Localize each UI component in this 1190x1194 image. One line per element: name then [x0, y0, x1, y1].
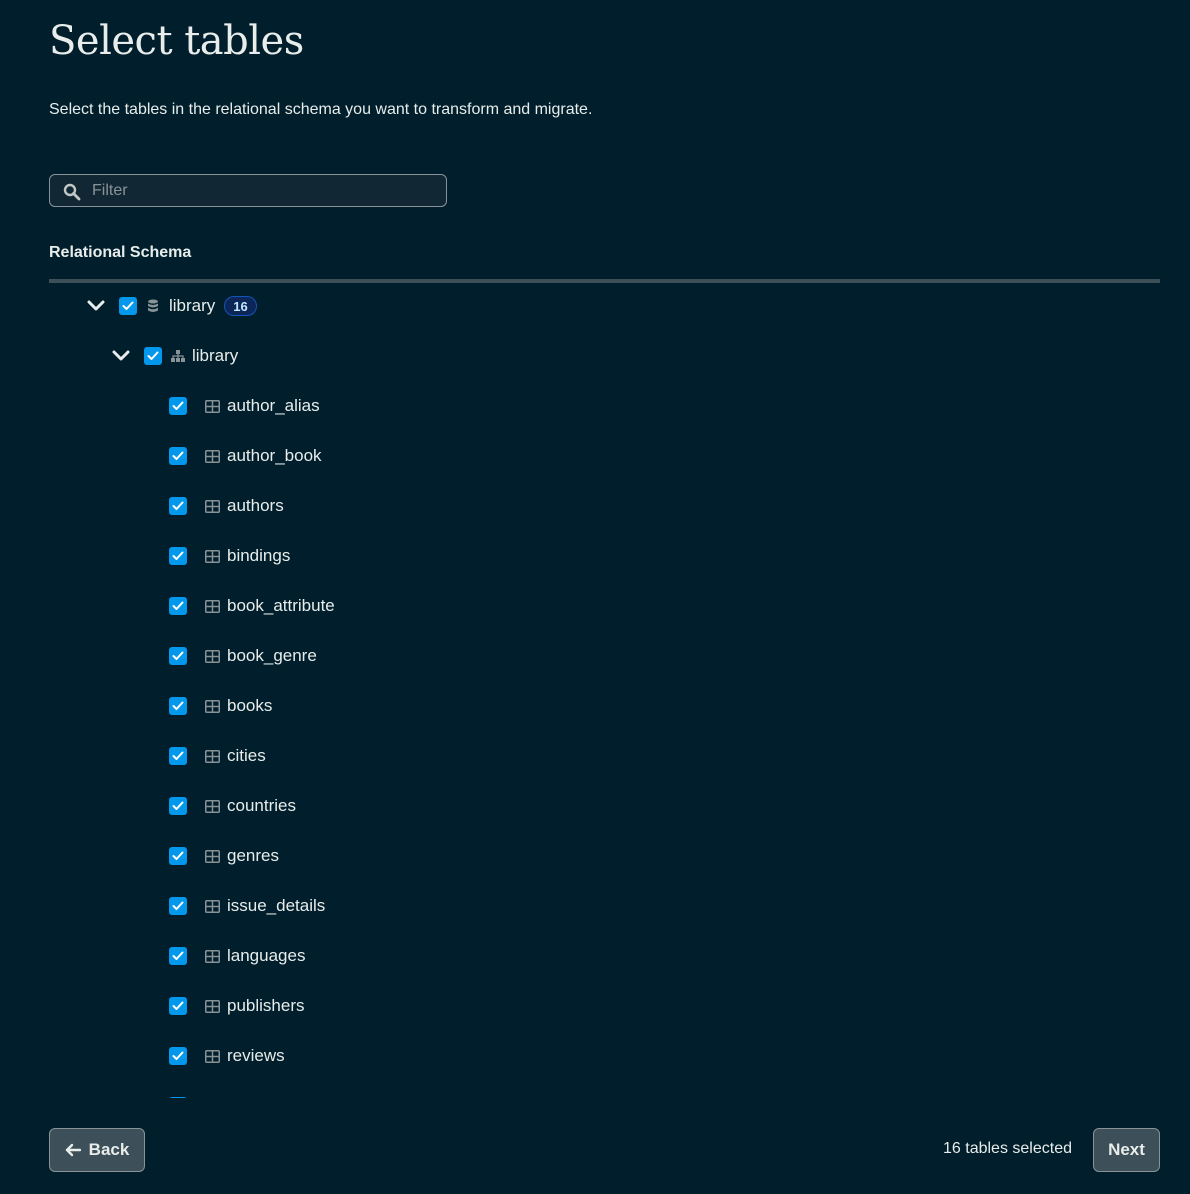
table-label: book_attribute	[227, 596, 335, 615]
table-row[interactable]: countries	[169, 794, 296, 818]
filter-input[interactable]	[92, 175, 432, 206]
table-row[interactable]: book_genre	[169, 644, 317, 668]
table-checkbox[interactable]	[169, 597, 187, 615]
table-label: countries	[227, 796, 296, 815]
database-label: library	[169, 296, 216, 315]
filter-field[interactable]	[49, 174, 447, 207]
table-row[interactable]: genres	[169, 844, 279, 868]
next-button[interactable]: Next	[1093, 1128, 1160, 1172]
schema-checkbox[interactable]	[144, 347, 162, 365]
selected-count-text: 16 tables selected	[943, 1140, 1072, 1157]
table-icon	[204, 698, 220, 714]
table-icon	[204, 648, 220, 664]
schema-tree: library 16 library author_alias author_b…	[0, 283, 1190, 1098]
table-checkbox[interactable]	[169, 497, 187, 515]
table-row-partial[interactable]	[169, 1094, 187, 1098]
table-row[interactable]: authors	[169, 494, 284, 518]
table-label: publishers	[227, 996, 305, 1015]
table-checkbox[interactable]	[169, 747, 187, 765]
database-checkbox[interactable]	[119, 297, 137, 315]
table-row[interactable]: book_attribute	[169, 594, 335, 618]
tree-node-schema: library	[109, 344, 238, 368]
table-icon	[204, 498, 220, 514]
table-icon	[204, 748, 220, 764]
table-checkbox[interactable]	[169, 647, 187, 665]
chevron-down-icon[interactable]	[84, 294, 108, 318]
table-label: cities	[227, 746, 266, 765]
table-icon	[204, 598, 220, 614]
table-checkbox[interactable]	[169, 397, 187, 415]
table-icon	[204, 548, 220, 564]
table-icon	[204, 398, 220, 414]
table-icon	[204, 448, 220, 464]
page-title: Select tables	[49, 18, 304, 64]
table-label: books	[227, 696, 273, 715]
table-count-badge: 16	[224, 296, 257, 316]
table-row[interactable]: books	[169, 694, 272, 718]
table-row[interactable]: reviews	[169, 1044, 285, 1068]
table-icon	[204, 1048, 220, 1064]
table-icon	[204, 898, 220, 914]
table-row[interactable]: author_book	[169, 444, 322, 468]
arrow-left-icon	[65, 1143, 81, 1157]
table-checkbox[interactable]	[169, 797, 187, 815]
search-icon	[63, 183, 81, 201]
table-checkbox[interactable]	[169, 697, 187, 715]
table-checkbox[interactable]	[169, 1047, 187, 1065]
back-button[interactable]: Back	[49, 1128, 145, 1172]
table-icon	[204, 848, 220, 864]
table-label: book_genre	[227, 646, 317, 665]
table-label: author_alias	[227, 396, 320, 415]
select-tables-page: Select tables Select the tables in the r…	[0, 0, 1190, 1194]
back-button-label: Back	[88, 1140, 130, 1159]
schema-hierarchy-icon	[170, 348, 186, 364]
table-label: authors	[227, 496, 284, 515]
table-icon	[204, 948, 220, 964]
table-row[interactable]: author_alias	[169, 394, 320, 418]
table-checkbox[interactable]	[169, 847, 187, 865]
table-label: bindings	[227, 546, 291, 565]
relational-schema-heading: Relational Schema	[49, 244, 192, 261]
tree-node-database: library 16	[84, 294, 257, 318]
table-checkbox[interactable]	[169, 547, 187, 565]
table-label: genres	[227, 846, 279, 865]
table-row[interactable]: cities	[169, 744, 266, 768]
table-checkbox[interactable]	[169, 1097, 187, 1098]
chevron-down-icon[interactable]	[109, 344, 133, 368]
database-icon	[145, 298, 161, 314]
table-label: author_book	[227, 446, 322, 465]
table-row[interactable]: issue_details	[169, 894, 325, 918]
table-row[interactable]: publishers	[169, 994, 305, 1018]
next-button-label: Next	[1108, 1140, 1145, 1159]
table-label: issue_details	[227, 896, 326, 915]
table-checkbox[interactable]	[169, 897, 187, 915]
table-icon	[204, 998, 220, 1014]
table-label: languages	[227, 946, 306, 965]
table-label: reviews	[227, 1046, 285, 1065]
page-subtitle: Select the tables in the relational sche…	[49, 101, 593, 118]
table-row[interactable]: bindings	[169, 544, 290, 568]
table-row[interactable]: languages	[169, 944, 305, 968]
table-checkbox[interactable]	[169, 997, 187, 1015]
table-checkbox[interactable]	[169, 947, 187, 965]
schema-label: library	[192, 346, 239, 365]
table-checkbox[interactable]	[169, 447, 187, 465]
table-icon	[204, 798, 220, 814]
